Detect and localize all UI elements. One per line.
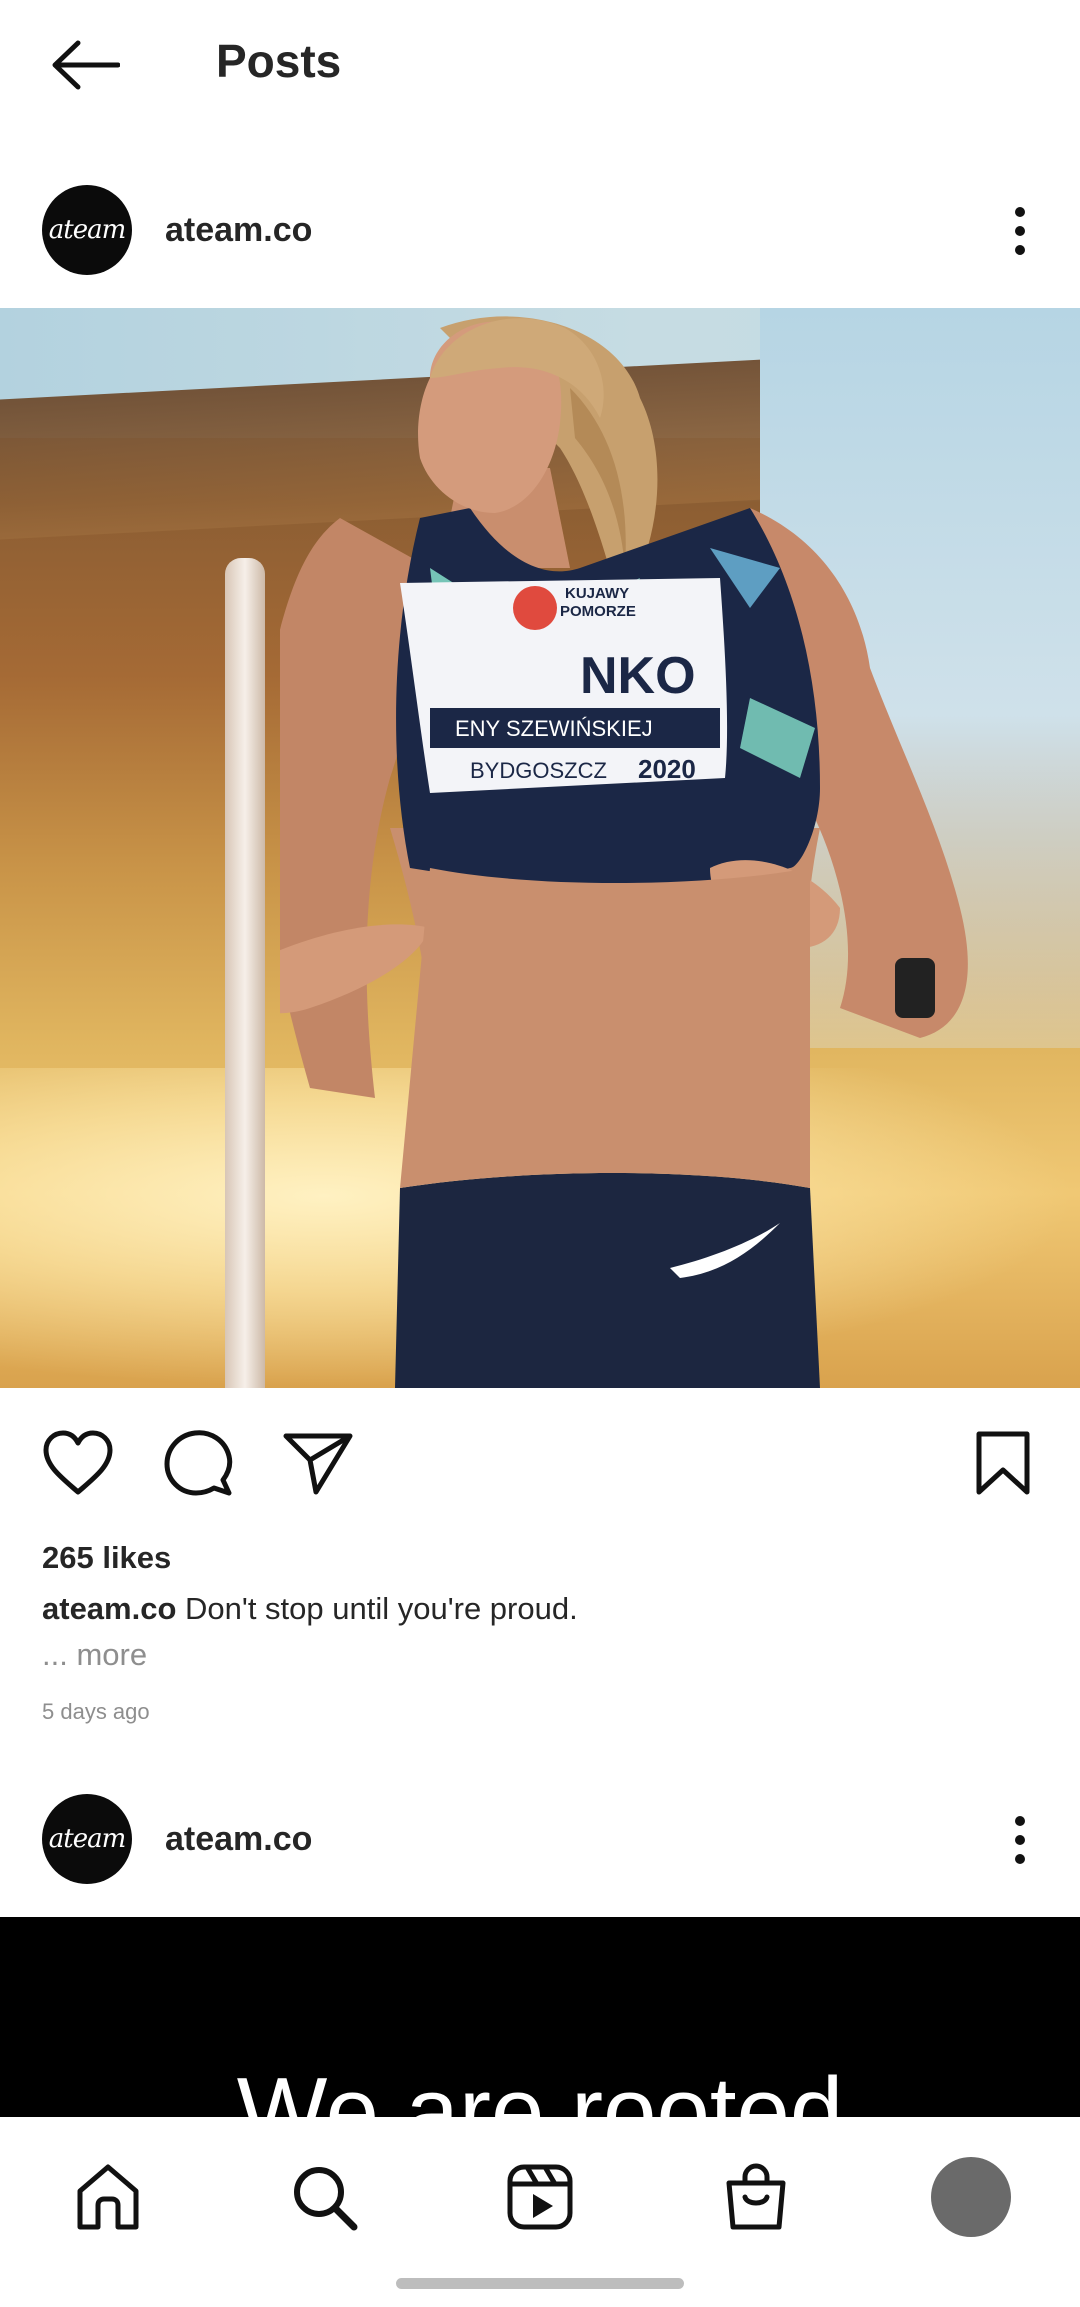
post-header: ateam ateam.co (0, 1780, 1080, 1900)
athlete-illustration: KUJAWY POMORZE NKO ENY SZEWIŃSKIEJ BYDGO… (280, 316, 968, 1388)
post-image[interactable]: We are rooted (0, 1917, 1080, 2117)
nav-home[interactable] (58, 2147, 158, 2247)
post-timestamp: 5 days ago (42, 1699, 150, 1724)
more-vertical-icon (1015, 1816, 1025, 1826)
post-username[interactable]: ateam.co (165, 211, 312, 250)
more-dot (1015, 1835, 1025, 1845)
bib-line2: POMORZE (560, 603, 636, 620)
shop-icon (726, 2163, 786, 2230)
likes-count[interactable]: 265 likes (42, 1540, 171, 1576)
more-vertical-icon (1015, 207, 1025, 217)
like-button[interactable] (38, 1423, 118, 1503)
more-dot (1015, 226, 1025, 236)
comment-button[interactable] (158, 1423, 238, 1503)
bib-line1: KUJAWY (565, 585, 629, 602)
bib-city: BYDGOSZCZ (470, 758, 607, 783)
post-actions (0, 1415, 1080, 1515)
nav-search[interactable] (274, 2147, 374, 2247)
more-dot (1015, 1854, 1025, 1864)
post-header: ateam ateam.co (0, 171, 1080, 291)
nav-reels[interactable] (490, 2147, 590, 2247)
post-image-text: We are rooted (236, 2058, 844, 2117)
avatar-logo-text: ateam (48, 215, 126, 245)
top-bar: Posts (0, 0, 1080, 125)
avatar[interactable]: ateam (42, 185, 132, 275)
post-options-button[interactable] (990, 1800, 1050, 1880)
race-bib: KUJAWY POMORZE NKO ENY SZEWIŃSKIEJ BYDGO… (400, 578, 728, 793)
bib-name: NKO (580, 647, 696, 705)
post-caption: ateam.co Don't stop until you're proud. (42, 1591, 578, 1627)
bib-year: 2020 (638, 754, 696, 784)
caption-text: Don't stop until you're proud. (185, 1591, 578, 1626)
page-title: Posts (216, 35, 342, 87)
more-dot (1015, 245, 1025, 255)
comment-bubble-icon (164, 1430, 233, 1496)
search-icon (294, 2167, 358, 2231)
avatar-logo-text: ateam (48, 1824, 126, 1854)
post-image[interactable]: KUJAWY POMORZE NKO ENY SZEWIŃSKIEJ BYDGO… (0, 308, 1080, 1388)
more-link[interactable]: ... more (42, 1637, 147, 1673)
share-button[interactable] (278, 1423, 358, 1503)
avatar[interactable]: ateam (42, 1794, 132, 1884)
bookmark-icon (976, 1431, 1030, 1495)
profile-avatar (931, 2157, 1011, 2237)
save-button[interactable] (963, 1423, 1043, 1503)
post-username[interactable]: ateam.co (165, 1820, 312, 1859)
reels-icon (507, 2164, 573, 2230)
caption-username[interactable]: ateam.co (42, 1591, 176, 1626)
nav-profile[interactable] (921, 2147, 1021, 2247)
pole (225, 558, 265, 1388)
bib-event: ENY SZEWIŃSKIEJ (455, 716, 653, 741)
post-options-button[interactable] (990, 191, 1050, 271)
heart-icon (43, 1430, 113, 1495)
arrow-left-icon (52, 40, 120, 90)
paper-plane-icon (283, 1433, 353, 1495)
nav-shop[interactable] (706, 2147, 806, 2247)
back-button[interactable] (40, 30, 130, 100)
home-indicator[interactable] (396, 2278, 684, 2289)
home-icon (77, 2164, 139, 2230)
